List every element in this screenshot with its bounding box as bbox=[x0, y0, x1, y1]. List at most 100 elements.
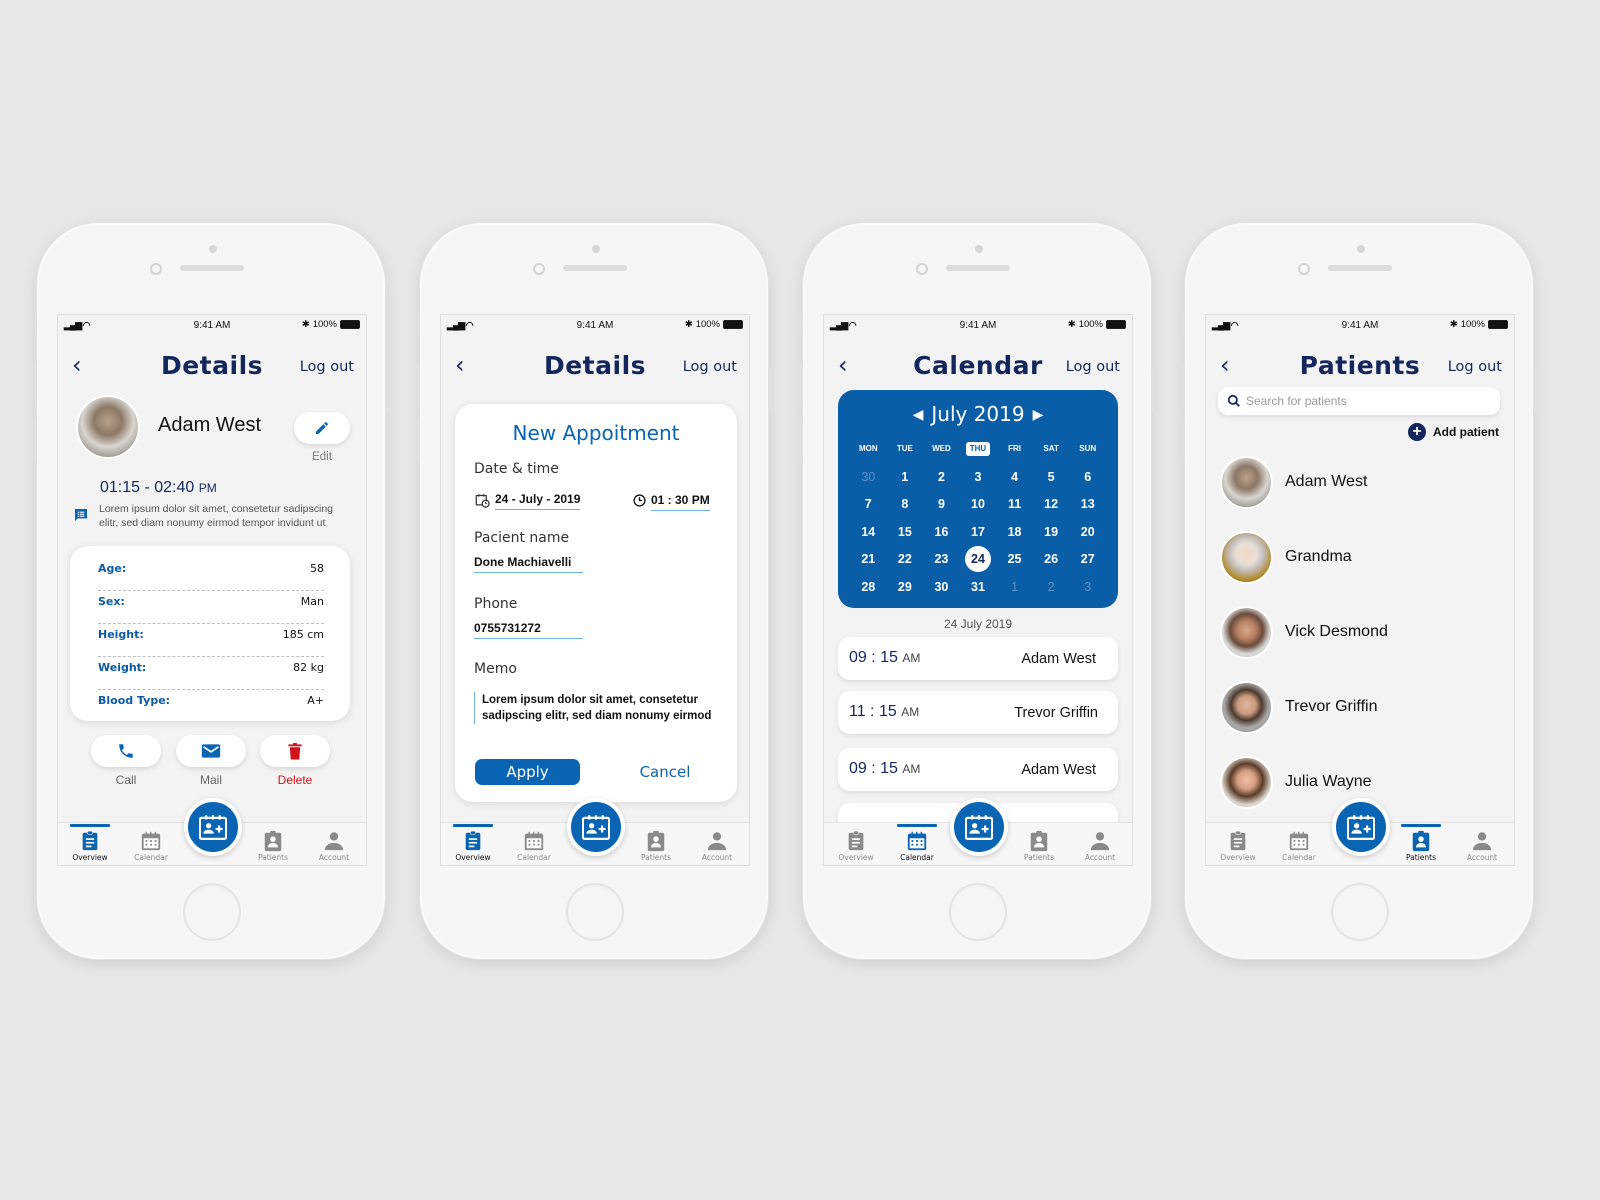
calendar-day[interactable]: 26 bbox=[1033, 546, 1070, 573]
calendar-day[interactable]: 14 bbox=[850, 519, 887, 546]
time-field[interactable]: 01 : 30 PM bbox=[651, 493, 710, 511]
appointment-row[interactable]: 11 : 15 AM Trevor Griffin bbox=[838, 691, 1118, 734]
calendar-day[interactable]: 17 bbox=[960, 519, 997, 546]
calendar-day[interactable]: 28 bbox=[850, 574, 887, 601]
logout-button[interactable]: Log out bbox=[1066, 359, 1120, 375]
add-appointment-fab[interactable] bbox=[950, 798, 1008, 856]
edit-button[interactable] bbox=[294, 412, 350, 444]
tab-account[interactable]: Account bbox=[1070, 830, 1130, 862]
battery-icon bbox=[723, 320, 743, 329]
day-number: 27 bbox=[1080, 552, 1095, 567]
appointment-row[interactable]: 09 : 15 AM Adam West bbox=[838, 748, 1118, 791]
calendar-day[interactable]: 27 bbox=[1069, 546, 1106, 573]
calendar-day[interactable]: 1 bbox=[887, 464, 924, 491]
calendar-day[interactable]: 16 bbox=[923, 519, 960, 546]
tab-overview[interactable]: Overview bbox=[443, 824, 503, 862]
calendar-day[interactable]: 2 bbox=[1033, 574, 1070, 601]
delete-button[interactable] bbox=[260, 735, 330, 767]
card-title: New Appoitment bbox=[512, 421, 680, 445]
calendar-day[interactable]: 30 bbox=[923, 574, 960, 601]
calendar-day[interactable]: 6 bbox=[1069, 464, 1106, 491]
tab-calendar[interactable]: Calendar bbox=[504, 830, 564, 862]
day-number: 24 bbox=[964, 546, 991, 573]
home-button[interactable] bbox=[949, 883, 1007, 941]
add-patient-button[interactable]: + Add patient bbox=[1408, 423, 1499, 441]
mail-button[interactable] bbox=[176, 735, 246, 767]
tab-calendar[interactable]: Calendar bbox=[121, 830, 181, 862]
tab-patients[interactable]: Patients bbox=[626, 830, 686, 862]
search-input[interactable] bbox=[1246, 391, 1486, 411]
memo-field[interactable]: Lorem ipsum dolor sit amet, consetetur s… bbox=[474, 692, 719, 724]
patient-list-item[interactable]: Adam West bbox=[1220, 455, 1367, 509]
tab-calendar[interactable]: Calendar bbox=[887, 824, 947, 862]
battery-indicator: ✱ 100% bbox=[685, 319, 743, 330]
tab-account[interactable]: Account bbox=[1452, 830, 1512, 862]
call-button[interactable] bbox=[91, 735, 161, 767]
calendar-day[interactable]: 23 bbox=[923, 546, 960, 573]
calendar-day[interactable]: 22 bbox=[887, 546, 924, 573]
info-value: Man bbox=[300, 595, 324, 608]
calendar-day[interactable]: 20 bbox=[1069, 519, 1106, 546]
day-number: 17 bbox=[971, 524, 985, 539]
home-button[interactable] bbox=[566, 883, 624, 941]
tab-overview[interactable]: Overview bbox=[1208, 830, 1268, 862]
add-appointment-fab[interactable] bbox=[567, 798, 625, 856]
calendar-day[interactable]: 15 bbox=[887, 519, 924, 546]
cancel-button[interactable]: Cancel bbox=[625, 763, 705, 781]
date-field[interactable]: 24 - July - 2019 bbox=[495, 492, 581, 510]
apply-button[interactable]: Apply bbox=[475, 759, 580, 785]
tab-account[interactable]: Account bbox=[304, 830, 364, 862]
tab-overview[interactable]: Overview bbox=[826, 830, 886, 862]
calendar-day[interactable]: 7 bbox=[850, 491, 887, 518]
appointment-time: 09 : 15 AM bbox=[849, 760, 920, 778]
logout-button[interactable]: Log out bbox=[683, 359, 737, 375]
home-button[interactable] bbox=[1331, 883, 1389, 941]
patient-list-item[interactable]: Vick Desmond bbox=[1220, 605, 1388, 659]
calendar-widget: ◀ July 2019 ▶ MON TUE WED THU FRI SAT SUN 30 1 2 3 4 5… bbox=[838, 390, 1118, 608]
add-appointment-fab[interactable] bbox=[1332, 798, 1390, 856]
calendar-day[interactable]: 29 bbox=[887, 574, 924, 601]
day-number: 12 bbox=[1044, 497, 1059, 512]
add-appointment-fab[interactable] bbox=[184, 798, 242, 856]
calendar-day[interactable]: 10 bbox=[960, 491, 997, 518]
logout-button[interactable]: Log out bbox=[1448, 359, 1502, 375]
calendar-day[interactable]: 4 bbox=[996, 464, 1033, 491]
calendar-day[interactable]: 1 bbox=[996, 574, 1033, 601]
tab-patients[interactable]: Patients bbox=[243, 830, 303, 862]
calendar-day[interactable]: 11 bbox=[996, 491, 1033, 518]
calendar-day[interactable]: 8 bbox=[887, 491, 924, 518]
prev-month-button[interactable]: ◀ bbox=[913, 407, 924, 423]
day-number: 18 bbox=[1007, 524, 1022, 539]
calendar-day[interactable]: 3 bbox=[960, 464, 997, 491]
next-month-button[interactable]: ▶ bbox=[1033, 407, 1044, 423]
tab-patients[interactable]: Patients bbox=[1391, 824, 1451, 862]
appointment-note: Lorem ipsum dolor sit amet, consetetur s… bbox=[99, 503, 334, 529]
tab-label: Account bbox=[1466, 853, 1498, 862]
calendar-day[interactable]: 3 bbox=[1069, 574, 1106, 601]
day-number: 25 bbox=[1007, 552, 1022, 567]
calendar-day[interactable]: 13 bbox=[1069, 491, 1106, 518]
tab-overview[interactable]: Overview bbox=[60, 824, 120, 862]
calendar-day[interactable]: 25 bbox=[996, 546, 1033, 573]
appointment-row[interactable]: 09 : 15 AM Adam West bbox=[838, 637, 1118, 680]
patient-name: Julia Wayne bbox=[1285, 773, 1372, 790]
tab-patients[interactable]: Patients bbox=[1009, 830, 1069, 862]
tab-account[interactable]: Account bbox=[687, 830, 747, 862]
calendar-day[interactable]: 19 bbox=[1033, 519, 1070, 546]
calendar-day[interactable]: 5 bbox=[1033, 464, 1070, 491]
calendar-day[interactable]: 2 bbox=[923, 464, 960, 491]
phone-field[interactable]: 0755731272 bbox=[474, 621, 583, 639]
patient-list-item[interactable]: Grandma bbox=[1220, 530, 1352, 584]
patient-name-field[interactable]: Done Machiavelli bbox=[474, 555, 583, 573]
logout-button[interactable]: Log out bbox=[300, 359, 354, 375]
patient-list-item[interactable]: Trevor Griffin bbox=[1220, 680, 1377, 734]
calendar-day[interactable]: 31 bbox=[960, 574, 997, 601]
calendar-day[interactable]: 21 bbox=[850, 546, 887, 573]
tab-calendar[interactable]: Calendar bbox=[1269, 830, 1329, 862]
calendar-day[interactable]: 30 bbox=[850, 464, 887, 491]
calendar-day-selected[interactable]: 24 bbox=[960, 546, 997, 573]
calendar-day[interactable]: 9 bbox=[923, 491, 960, 518]
calendar-day[interactable]: 12 bbox=[1033, 491, 1070, 518]
home-button[interactable] bbox=[183, 883, 241, 941]
calendar-day[interactable]: 18 bbox=[996, 519, 1033, 546]
